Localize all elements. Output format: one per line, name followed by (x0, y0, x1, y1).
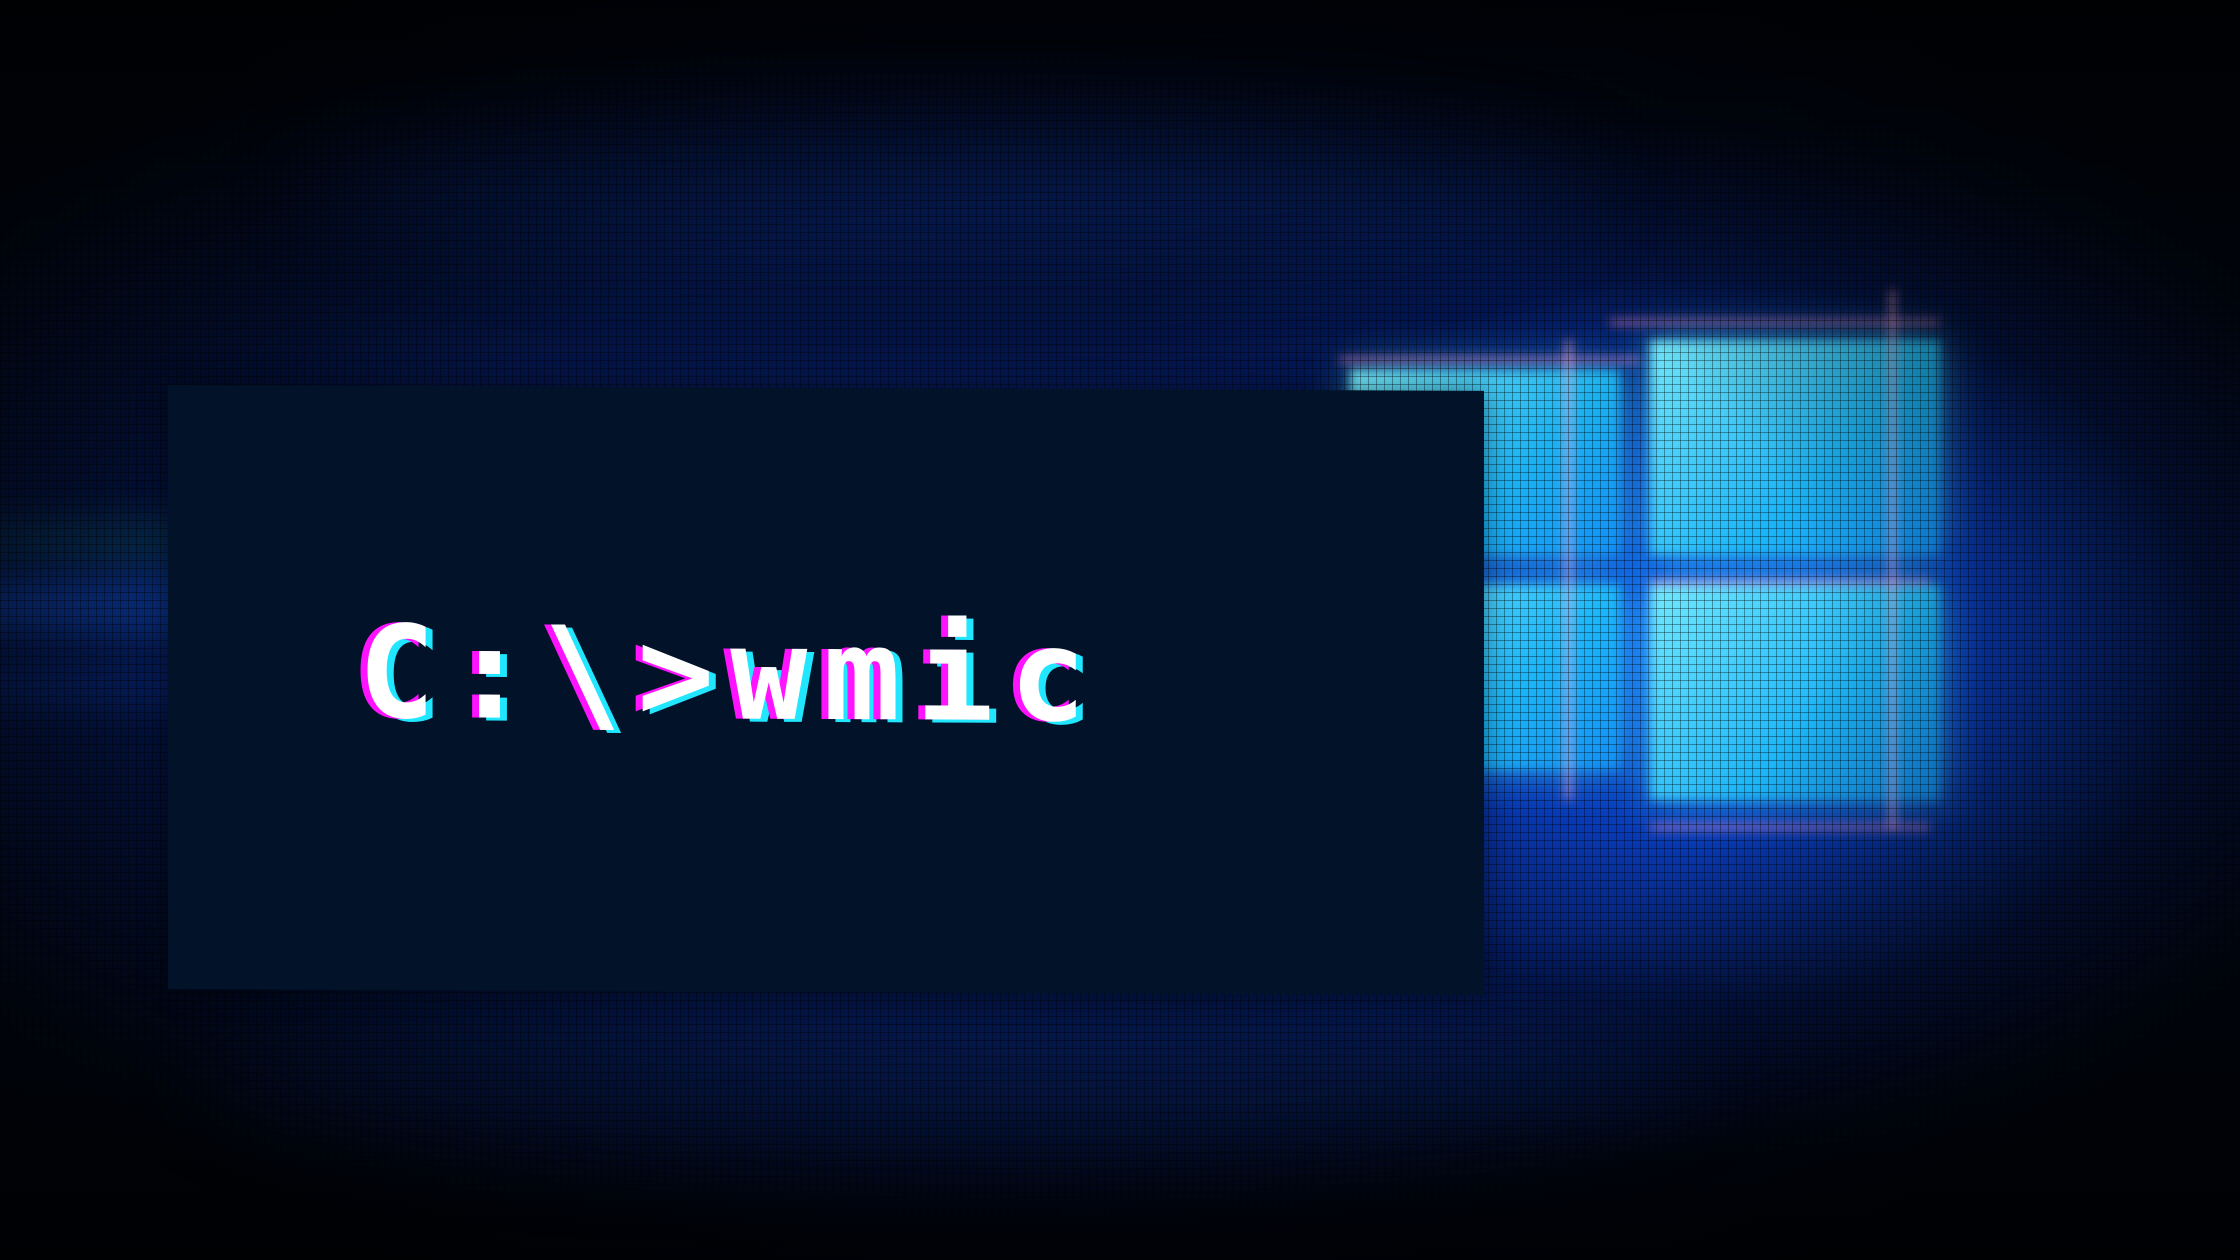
light-streak (200, 1000, 1700, 1160)
terminal-panel: C:\>wmic (168, 385, 1484, 995)
glitch-line (1890, 290, 1895, 830)
glitch-line (1650, 580, 1930, 584)
hero-illustration: C:\>wmic (0, 0, 2240, 1260)
glitch-line (1566, 340, 1571, 800)
windows-logo-pane (1650, 340, 1940, 555)
light-streak (300, 120, 1600, 260)
glitch-line (1340, 358, 1640, 362)
glitch-line (1650, 825, 1930, 829)
terminal-command: C:\>wmic (358, 598, 1103, 752)
windows-logo-pane (1650, 585, 1940, 800)
